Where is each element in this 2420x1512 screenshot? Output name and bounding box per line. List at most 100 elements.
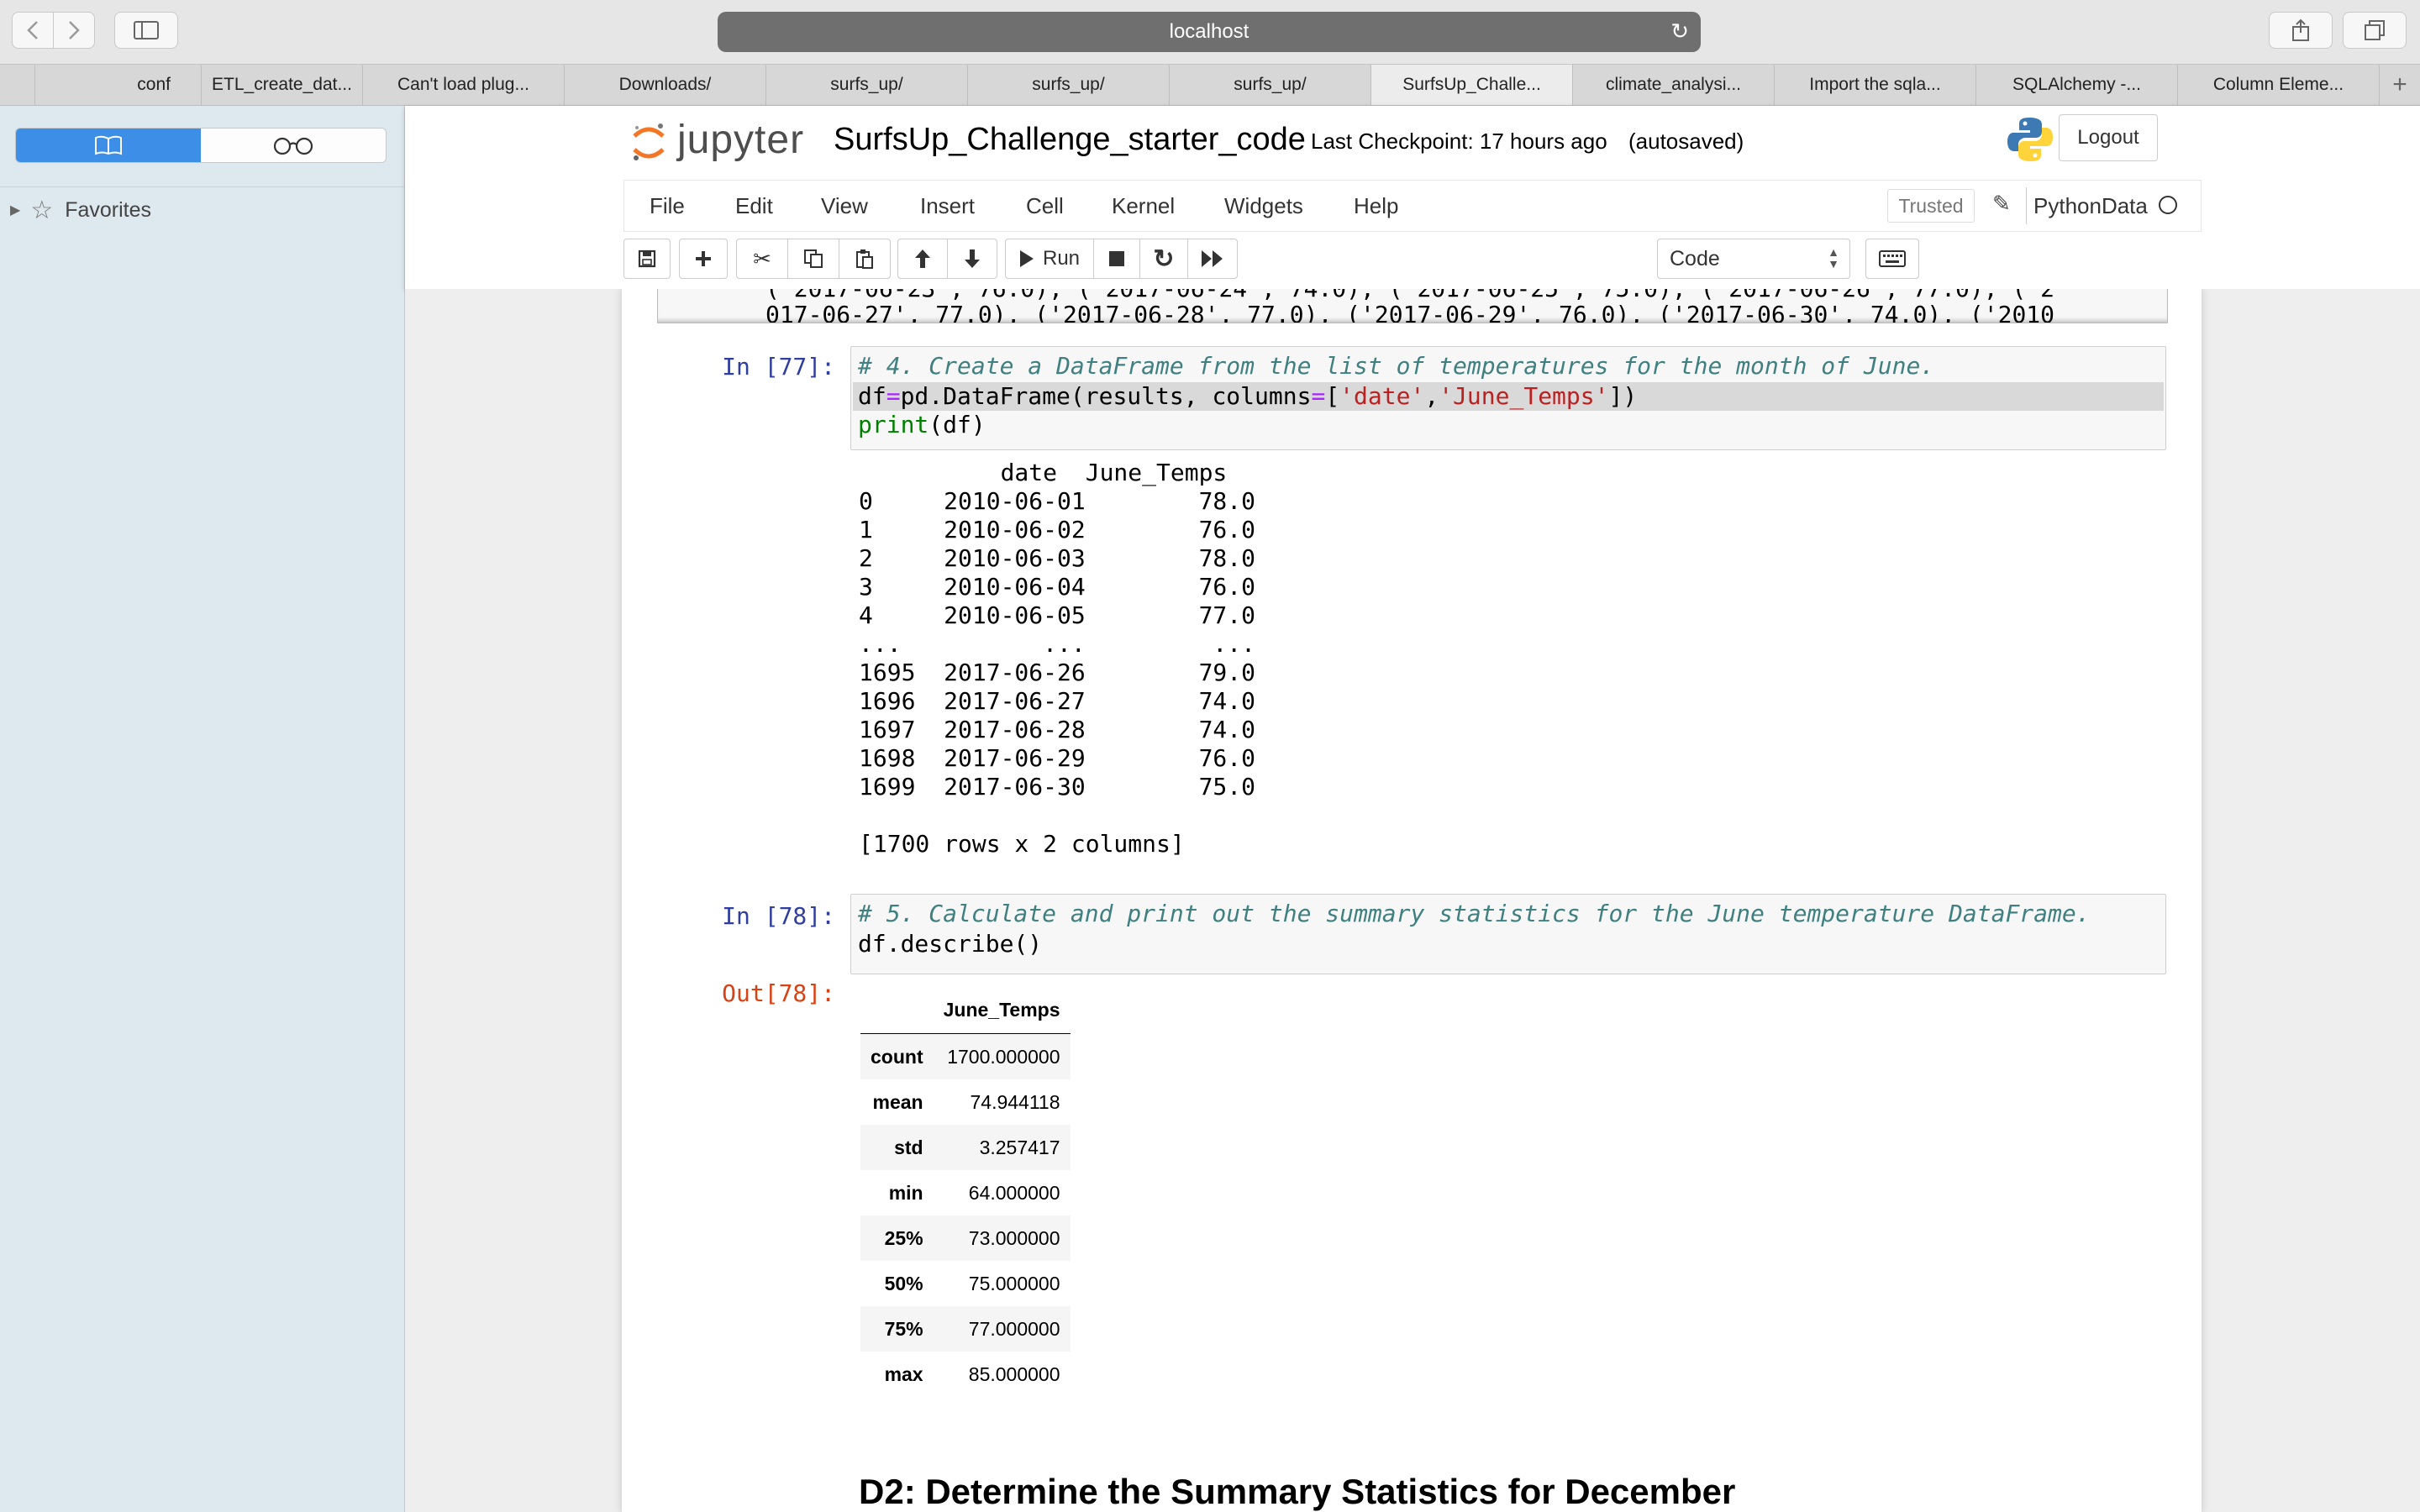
browser-tab[interactable]: Can't load plug... [363, 65, 565, 105]
code-line: print(df) [858, 411, 986, 438]
browser-tab[interactable]: surfs_up/ [1170, 65, 1371, 105]
jupyter-logo-icon [632, 121, 666, 160]
keyboard-icon [1879, 250, 1906, 267]
autosave-status: (autosaved) [1628, 128, 1744, 154]
menu-kernel[interactable]: Kernel [1112, 181, 1175, 231]
favorites-folder[interactable]: ▶ ☆ Favorites [10, 193, 151, 227]
menu-cell[interactable]: Cell [1026, 181, 1064, 231]
code-cell-77[interactable]: # 4. Create a DataFrame from the list of… [850, 346, 2166, 450]
row-value: 1700.000000 [947, 1045, 1060, 1068]
reading-list-tab[interactable] [201, 129, 386, 162]
notebook-title[interactable]: SurfsUp_Challenge_starter_code [834, 114, 1306, 165]
browser-tab[interactable]: Downloads/ [565, 65, 766, 105]
code-token: = [1311, 382, 1326, 410]
command-palette-button[interactable] [1865, 239, 1919, 279]
menu-widgets[interactable]: Widgets [1224, 181, 1303, 231]
output-line: 017-06-27', 77.0), ('2017-06-28', 77.0),… [765, 301, 2055, 323]
paste-button[interactable] [839, 239, 891, 279]
cell-type-value: Code [1670, 246, 1720, 270]
menu-file[interactable]: File [650, 181, 685, 231]
kernel-idle-icon [2159, 196, 2177, 214]
address-bar[interactable]: localhost ↻ [718, 12, 1701, 52]
code-token: ]) [1608, 382, 1638, 410]
select-arrows-icon: ▲ ▼ [1828, 245, 1839, 270]
table-row: 25% 73.000000 [860, 1215, 1071, 1261]
pencil-icon[interactable]: ✎ [1992, 191, 2011, 217]
browser-tab[interactable]: Column Eleme... [2178, 65, 2380, 105]
arrow-down-icon [965, 249, 980, 268]
notebook-scroll-area[interactable]: ('2017-06-23', 76.0), ('2017-06-24', 74.… [405, 289, 2420, 1512]
run-label: Run [1042, 247, 1081, 270]
cut-button[interactable]: ✂ [736, 239, 788, 279]
url-text: localhost [1169, 20, 1249, 43]
browser-tab[interactable] [0, 65, 35, 105]
share-button[interactable] [2269, 12, 2333, 49]
browser-tab[interactable]: conf [35, 65, 202, 105]
glasses-icon [273, 137, 313, 155]
table-row: min 64.000000 [860, 1170, 1071, 1215]
row-label: 50% [884, 1272, 923, 1294]
bookmarks-tab[interactable] [16, 129, 201, 162]
sidebar-segmented-control [15, 128, 387, 163]
menu-help[interactable]: Help [1354, 181, 1398, 231]
notebook-toolbar: ✂ Run ↻ Code ▲ ▼ [623, 239, 2202, 284]
menu-edit[interactable]: Edit [735, 181, 773, 231]
tabs-overview-button[interactable] [2343, 12, 2407, 49]
browser-tab[interactable]: SQLAlchemy -... [1976, 65, 2178, 105]
code-comment: # 4. Create a DataFrame from the list of… [858, 352, 1935, 380]
reload-icon[interactable]: ↻ [1670, 18, 1689, 45]
chevron-right-icon [69, 21, 80, 39]
move-up-button[interactable] [897, 239, 948, 279]
menu-insert[interactable]: Insert [920, 181, 975, 231]
output-line: 3 2010-06-04 76.0 [859, 573, 1256, 601]
trusted-indicator[interactable]: Trusted [1887, 189, 1975, 223]
new-tab-button[interactable]: + [2380, 65, 2420, 105]
disclosure-triangle-icon[interactable]: ▶ [10, 202, 20, 218]
forward-button[interactable] [53, 12, 95, 49]
back-button[interactable] [12, 12, 54, 49]
menu-view[interactable]: View [821, 181, 868, 231]
browser-tab[interactable]: Import the sqla... [1775, 65, 1976, 105]
code-token: df [858, 382, 886, 410]
move-down-button[interactable] [947, 239, 997, 279]
kernel-name[interactable]: PythonData [2026, 187, 2148, 224]
markdown-heading: D2: Determine the Summary Statistics for… [859, 1472, 1736, 1511]
jupyter-logo[interactable]: jupyter [632, 114, 804, 165]
restart-run-all-button[interactable] [1187, 239, 1238, 279]
table-row: count 1700.000000 [860, 1033, 1071, 1079]
output-line: 1699 2017-06-30 75.0 [859, 773, 1256, 801]
interrupt-button[interactable] [1093, 239, 1140, 279]
save-button[interactable] [623, 239, 671, 279]
browser-tab[interactable]: ETL_create_dat... [202, 65, 363, 105]
checkpoint-status: Last Checkpoint: 17 hours ago [1311, 128, 1607, 154]
table-row: max 85.000000 [860, 1352, 1071, 1397]
browser-toolbar: localhost ↻ [0, 0, 2420, 64]
restart-button[interactable]: ↻ [1139, 239, 1188, 279]
share-icon [2292, 18, 2309, 41]
row-value: 75.000000 [968, 1272, 1060, 1294]
code-token: (df) [929, 411, 986, 438]
previous-output-scrolled[interactable]: ('2017-06-23', 76.0), ('2017-06-24', 74.… [657, 289, 2168, 323]
code-cell-78[interactable]: # 5. Calculate and print out the summary… [850, 894, 2166, 974]
restart-icon: ↻ [1153, 244, 1175, 273]
table-index-header [860, 986, 934, 1034]
browser-tab-active[interactable]: SurfsUp_Challe... [1371, 65, 1573, 105]
browser-tab[interactable]: climate_analysi... [1573, 65, 1775, 105]
logout-button[interactable]: Logout [2059, 114, 2158, 161]
insert-cell-button[interactable] [679, 239, 728, 279]
code-line: df=pd.DataFrame(results, columns=['date'… [858, 382, 1637, 410]
table-header-row: June_Temps [860, 986, 1071, 1034]
run-button[interactable]: Run [1005, 239, 1094, 279]
copy-button[interactable] [787, 239, 839, 279]
row-label: min [888, 1181, 923, 1204]
browser-tab[interactable]: surfs_up/ [968, 65, 1170, 105]
browser-tab[interactable]: surfs_up/ [766, 65, 968, 105]
row-label: 25% [884, 1226, 923, 1249]
code-line: # 4. Create a DataFrame from the list of… [858, 352, 1934, 380]
sidebar-toggle-button[interactable] [114, 12, 178, 49]
cell-type-select[interactable]: Code ▲ ▼ [1657, 239, 1850, 279]
code-token: pd.DataFrame(results, columns [900, 382, 1312, 410]
bookmarks-sidebar: ▶ ☆ Favorites [0, 106, 405, 1512]
output-line: 1 2010-06-02 76.0 [859, 516, 1256, 543]
chevron-left-icon [27, 21, 38, 39]
